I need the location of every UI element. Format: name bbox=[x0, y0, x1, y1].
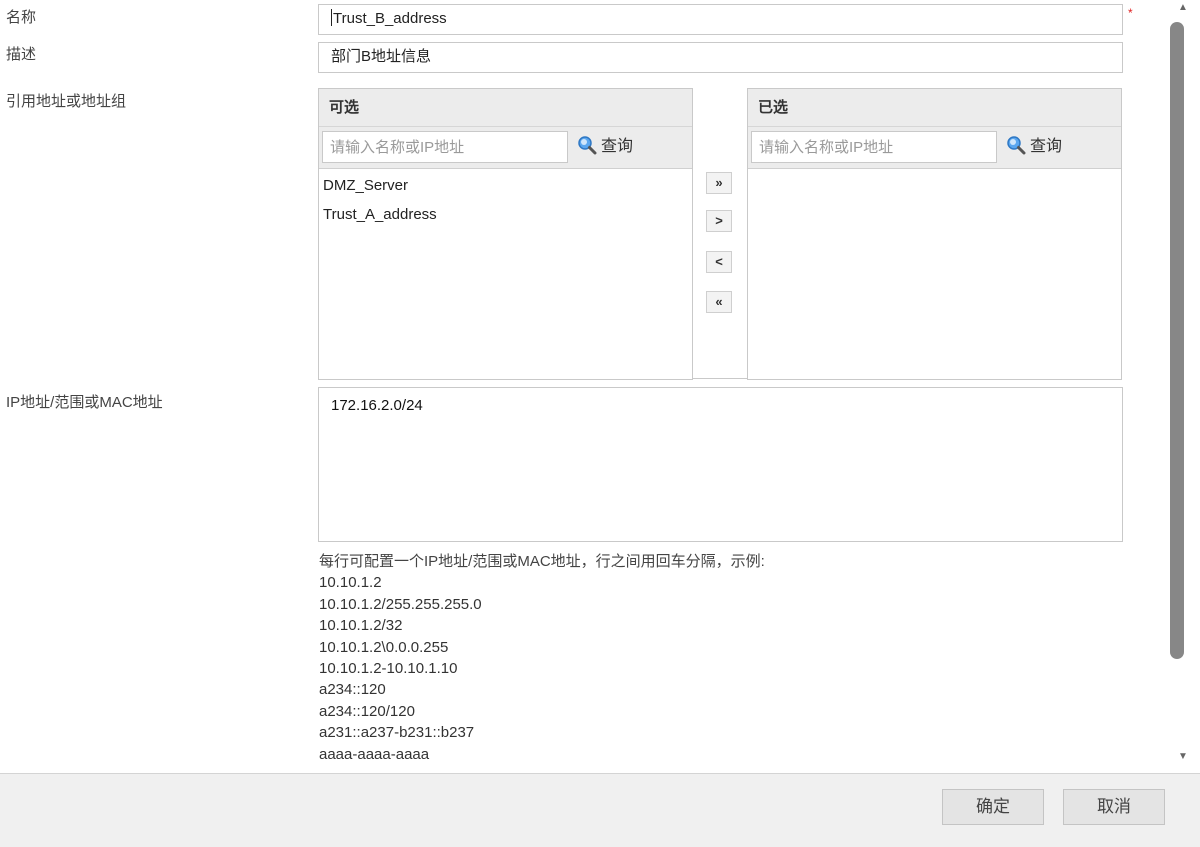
selected-panel-title: 已选 bbox=[748, 89, 1121, 127]
available-panel: 可选 查询 DMZ_Server Trust_A_address bbox=[318, 88, 693, 380]
magnifier-icon bbox=[578, 136, 597, 155]
available-search-input[interactable] bbox=[322, 131, 568, 163]
magnifier-icon bbox=[1007, 136, 1026, 155]
scroll-down-arrow-icon[interactable]: ▼ bbox=[1175, 751, 1191, 763]
available-panel-title: 可选 bbox=[319, 89, 692, 127]
help-example: 10.10.1.2/32 bbox=[319, 617, 403, 635]
help-example: a234::120 bbox=[319, 681, 386, 699]
help-example: a231::a237-b231::b237 bbox=[319, 724, 475, 742]
ip-range-mac-label: IP地址/范围或MAC地址 bbox=[6, 394, 163, 411]
selected-search-bar: 查询 bbox=[748, 127, 1121, 169]
list-item[interactable]: Trust_A_address bbox=[319, 200, 692, 229]
selected-search-input[interactable] bbox=[751, 131, 997, 163]
description-input-value: 部门B地址信息 bbox=[331, 48, 432, 65]
name-label: 名称 bbox=[6, 9, 37, 26]
reference-label: 引用地址或地址组 bbox=[6, 93, 127, 110]
ok-button[interactable]: 确定 bbox=[942, 789, 1044, 825]
add-button[interactable]: > bbox=[706, 210, 732, 232]
help-example: 10.10.1.2/255.255.255.0 bbox=[319, 595, 482, 613]
available-search-label: 查询 bbox=[601, 138, 634, 155]
selected-panel: 已选 查询 bbox=[747, 88, 1122, 380]
list-item[interactable]: DMZ_Server bbox=[319, 171, 692, 200]
required-mark: * bbox=[1128, 6, 1133, 20]
name-input-value: Trust_B_address bbox=[333, 10, 447, 27]
remove-all-button[interactable]: « bbox=[706, 291, 732, 313]
description-input[interactable]: 部门B地址信息 bbox=[318, 42, 1123, 73]
text-caret bbox=[331, 9, 332, 26]
available-search-bar: 查询 bbox=[319, 127, 692, 169]
help-example: 10.10.1.2\0.0.0.255 bbox=[319, 638, 449, 656]
description-label: 描述 bbox=[6, 46, 37, 63]
name-input[interactable]: Trust_B_address bbox=[318, 4, 1123, 35]
vertical-scrollbar[interactable]: ▲ ▼ bbox=[1166, 0, 1200, 773]
dialog-footer: 确定 取消 bbox=[0, 773, 1200, 847]
help-example: 10.10.1.2 bbox=[319, 574, 382, 592]
selected-search-button[interactable]: 查询 bbox=[1006, 135, 1062, 159]
available-list: DMZ_Server Trust_A_address bbox=[319, 169, 692, 229]
remove-button[interactable]: < bbox=[706, 251, 732, 273]
help-example: a234::120/120 bbox=[319, 702, 415, 720]
cancel-button[interactable]: 取消 bbox=[1063, 789, 1165, 825]
scrollbar-thumb[interactable] bbox=[1170, 22, 1184, 659]
help-example: aaaa-aaaa-aaaa bbox=[319, 745, 430, 763]
selected-search-label: 查询 bbox=[1030, 138, 1063, 155]
help-text: 每行可配置一个IP地址/范围或MAC地址，行之间用回车分隔，示例: 10.10.… bbox=[319, 551, 765, 765]
help-intro: 每行可配置一个IP地址/范围或MAC地址，行之间用回车分隔，示例: bbox=[319, 553, 765, 570]
ip-range-mac-textarea[interactable]: 172.16.2.0/24 bbox=[318, 387, 1123, 542]
add-all-button[interactable]: » bbox=[706, 172, 732, 194]
available-search-button[interactable]: 查询 bbox=[577, 135, 633, 159]
scroll-up-arrow-icon[interactable]: ▲ bbox=[1175, 2, 1191, 14]
ip-range-mac-value: 172.16.2.0/24 bbox=[331, 397, 423, 414]
help-example: 10.10.1.2-10.10.1.10 bbox=[319, 660, 458, 678]
transfer-controls: » > < « bbox=[692, 88, 748, 379]
selected-list bbox=[748, 169, 1121, 171]
